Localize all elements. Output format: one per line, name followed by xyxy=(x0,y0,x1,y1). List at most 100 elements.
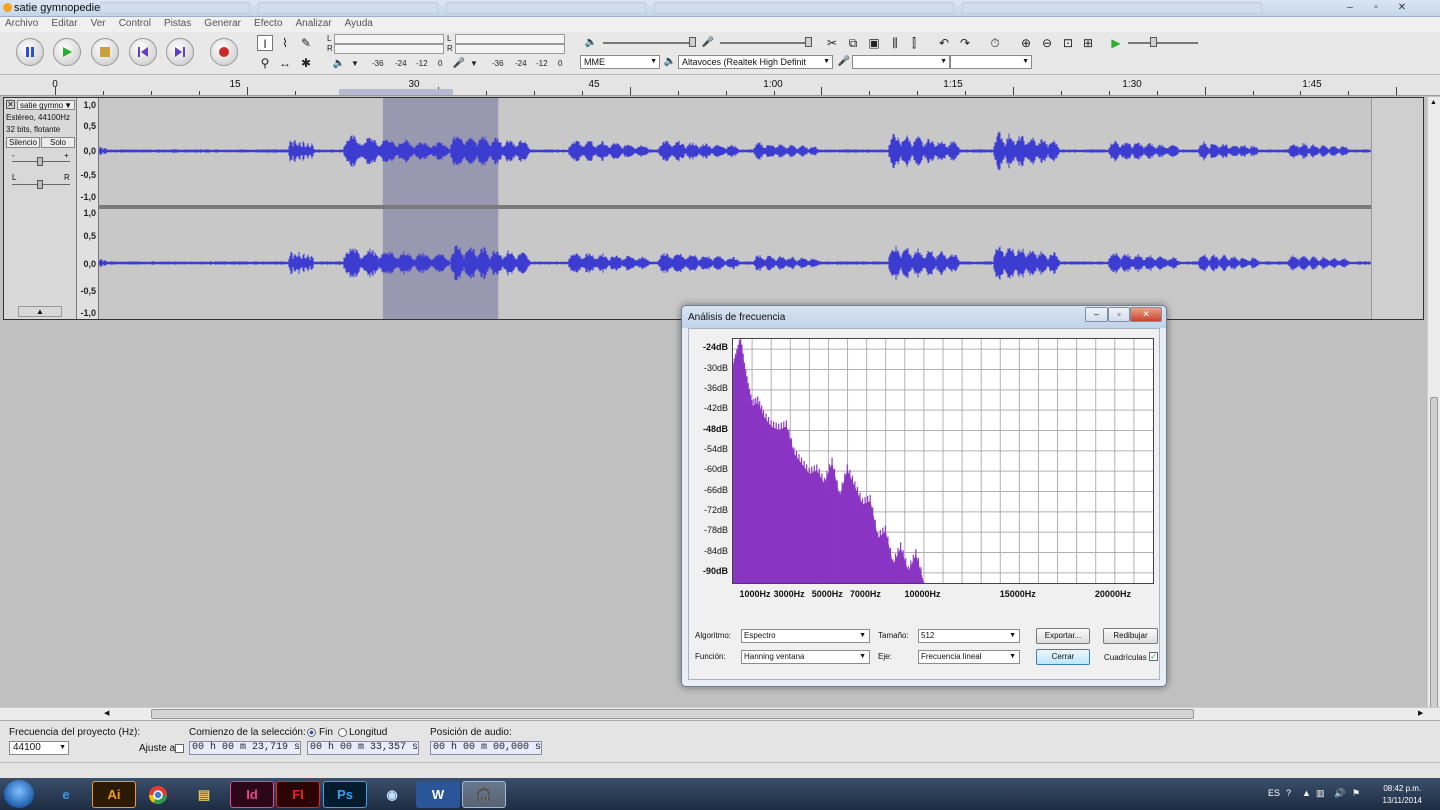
waveform-area[interactable] xyxy=(99,98,1371,319)
scroll-up-icon[interactable]: ▲ xyxy=(1430,99,1437,106)
pan-slider-knob[interactable] xyxy=(37,180,43,189)
scroll-left-icon[interactable]: ◀ xyxy=(104,709,109,717)
draw-tool-icon[interactable]: ✎ xyxy=(298,35,314,51)
menu-archivo[interactable]: Archivo xyxy=(0,17,43,29)
redraw-button[interactable]: Redibujar xyxy=(1103,628,1158,644)
maximize-icon[interactable]: ▫ xyxy=(1108,307,1130,322)
background-window-tab[interactable] xyxy=(446,2,646,14)
envelope-tool-icon[interactable]: ⌇ xyxy=(277,35,293,51)
play-speed-slider[interactable] xyxy=(1128,42,1198,44)
project-rate-select[interactable]: 44100 ▼ xyxy=(9,741,69,755)
paste-icon[interactable]: ▣ xyxy=(866,35,882,51)
end-radio[interactable] xyxy=(307,728,316,737)
word-icon[interactable]: W xyxy=(416,781,460,808)
output-volume-slider[interactable] xyxy=(603,42,693,44)
illustrator-icon[interactable]: Ai xyxy=(92,781,136,808)
horizontal-scrollbar[interactable]: ◀ ▶ xyxy=(0,707,1440,720)
selection-start-time[interactable]: 00 h 00 m 23,719 s xyxy=(189,741,301,755)
export-button[interactable]: Exportar... xyxy=(1036,628,1090,644)
menu-pistas[interactable]: Pistas xyxy=(159,17,196,29)
solo-button[interactable]: Solo xyxy=(41,137,75,148)
menu-ayuda[interactable]: Ayuda xyxy=(340,17,378,29)
collapse-track-icon[interactable]: ▲ xyxy=(18,306,62,317)
background-window-tab[interactable] xyxy=(654,2,954,14)
length-radio[interactable] xyxy=(338,728,347,737)
zoom-in-icon[interactable]: ⊕ xyxy=(1018,35,1034,51)
close-icon[interactable]: ✕ xyxy=(1130,307,1162,322)
redo-icon[interactable]: ↷ xyxy=(957,35,973,51)
media-player-icon[interactable]: ◉ xyxy=(370,781,414,808)
maximize-icon[interactable]: ▫ xyxy=(1364,0,1388,15)
menu-efecto[interactable]: Efecto xyxy=(249,17,287,29)
host-select[interactable]: MME ▼ xyxy=(580,55,660,69)
flash-icon[interactable]: Fl xyxy=(276,781,320,808)
background-window-tab[interactable] xyxy=(100,2,250,14)
clock[interactable]: 08:42 p.m. 13/11/2014 xyxy=(1383,783,1422,807)
language-indicator[interactable]: ES xyxy=(1268,788,1280,798)
pause-button[interactable] xyxy=(16,38,44,66)
speaker-icon[interactable]: 🔈 xyxy=(331,56,347,72)
grid-checkbox[interactable]: ✓ xyxy=(1149,652,1158,661)
chevron-down-icon[interactable]: ▼ xyxy=(466,56,482,72)
network-icon[interactable]: ▥ xyxy=(1316,788,1325,799)
size-select[interactable]: 512 ▼ xyxy=(918,629,1020,643)
close-button[interactable]: Cerrar xyxy=(1036,649,1090,665)
input-device-select[interactable]: ▼ xyxy=(852,55,950,69)
background-window-tab[interactable] xyxy=(962,2,1262,14)
timeline-ruler[interactable]: 0 15 30 45 1:00 1:15 1:30 1:45 xyxy=(0,75,1440,96)
undo-icon[interactable]: ↶ xyxy=(936,35,952,51)
menu-generar[interactable]: Generar xyxy=(199,17,246,29)
audio-position-time[interactable]: 00 h 00 m 00,000 s xyxy=(430,741,542,755)
menu-control[interactable]: Control xyxy=(114,17,156,29)
chevron-down-icon[interactable]: ▼ xyxy=(347,56,363,72)
input-channels-select[interactable]: ▼ xyxy=(950,55,1032,69)
play-at-speed-icon[interactable]: ▶ xyxy=(1108,35,1124,51)
axis-select[interactable]: Frecuencia lineal ▼ xyxy=(918,650,1020,664)
indesign-icon[interactable]: Id xyxy=(230,781,274,808)
scroll-right-icon[interactable]: ▶ xyxy=(1418,709,1423,717)
snap-checkbox[interactable] xyxy=(175,744,184,753)
dialog-title-bar[interactable]: Análisis de frecuencia – ▫ ✕ xyxy=(682,306,1166,328)
selection-tool-icon[interactable]: I xyxy=(257,35,273,51)
silence-icon[interactable]: ⫿ xyxy=(906,35,922,51)
stop-button[interactable] xyxy=(91,38,119,66)
menu-analizar[interactable]: Analizar xyxy=(290,17,336,29)
output-device-select[interactable]: Altavoces (Realtek High Definit ▼ xyxy=(678,55,833,69)
close-track-icon[interactable]: ✕ xyxy=(6,100,15,109)
sync-lock-icon[interactable]: ⏱ xyxy=(987,35,1003,51)
horizontal-scroll-thumb[interactable] xyxy=(151,709,1194,719)
window-function-select[interactable]: Hanning ventana ▼ xyxy=(741,650,870,664)
background-window-tab[interactable] xyxy=(258,2,438,14)
multi-tool-icon[interactable]: ✱ xyxy=(298,55,314,71)
action-center-icon[interactable]: ⚑ xyxy=(1352,788,1360,799)
minimize-icon[interactable]: – xyxy=(1338,0,1362,15)
input-volume-knob[interactable] xyxy=(805,37,812,47)
vertical-scrollbar[interactable]: ▲ ▼ xyxy=(1427,97,1440,792)
record-button[interactable] xyxy=(210,38,238,66)
minimize-icon[interactable]: – xyxy=(1085,307,1108,322)
play-button[interactable] xyxy=(53,38,81,66)
photoshop-icon[interactable]: Ps xyxy=(323,781,367,808)
algorithm-select[interactable]: Espectro ▼ xyxy=(741,629,870,643)
help-icon[interactable]: ? xyxy=(1286,788,1291,798)
fit-project-icon[interactable]: ⊞ xyxy=(1080,35,1096,51)
input-volume-slider[interactable] xyxy=(720,42,810,44)
menu-editar[interactable]: Editar xyxy=(46,17,82,29)
zoom-out-icon[interactable]: ⊖ xyxy=(1039,35,1055,51)
output-volume-knob[interactable] xyxy=(689,37,696,47)
zoom-tool-icon[interactable]: ⚲ xyxy=(257,55,273,71)
fit-selection-icon[interactable]: ⊡ xyxy=(1060,35,1076,51)
gain-slider-knob[interactable] xyxy=(37,157,43,166)
timeshift-tool-icon[interactable]: ↔ xyxy=(277,55,293,71)
copy-icon[interactable]: ⧉ xyxy=(845,35,861,51)
menu-ver[interactable]: Ver xyxy=(86,17,111,29)
mute-button[interactable]: Silencio xyxy=(6,137,40,148)
selection-end-time[interactable]: 00 h 00 m 33,357 s xyxy=(307,741,419,755)
microphone-icon[interactable]: 🎤 xyxy=(451,56,467,72)
file-explorer-icon[interactable]: ▤ xyxy=(182,781,226,808)
audacity-taskbar-icon[interactable]: 🎧 xyxy=(462,781,506,808)
cut-icon[interactable]: ✂ xyxy=(824,35,840,51)
start-button[interactable] xyxy=(4,780,34,808)
internet-explorer-icon[interactable]: e xyxy=(44,781,88,808)
trim-icon[interactable]: ⫼ xyxy=(887,35,903,51)
